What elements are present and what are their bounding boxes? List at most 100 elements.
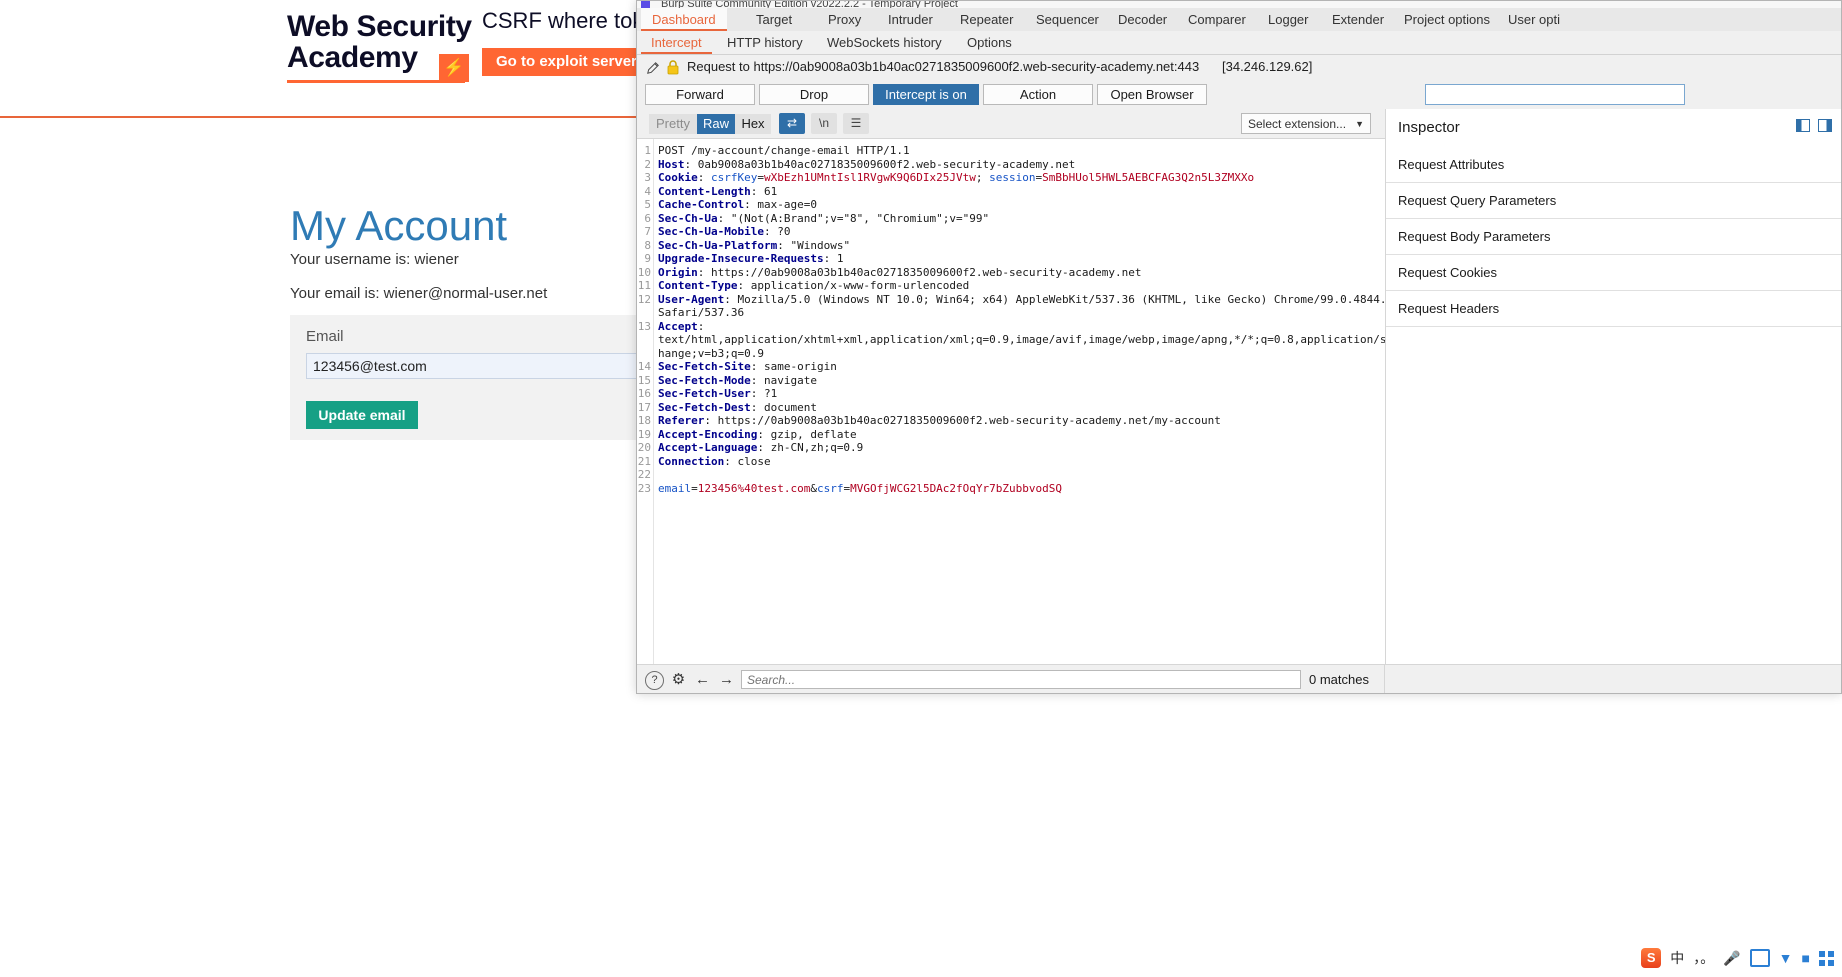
- line-number: 14: [637, 360, 651, 373]
- request-editor[interactable]: 1 2 3 4 5 6 7 8 9 10 11 12 13 14 15 16 17 18 19 20 21 22 23 PO…: [637, 138, 1386, 665]
- tab-intruder[interactable]: Intruder: [877, 8, 944, 31]
- line-number-gutter: 1 2 3 4 5 6 7 8 9 10 11 12 13 14 15 16 17 18 19 20 21 22 23: [637, 139, 654, 665]
- tab-extender[interactable]: Extender: [1321, 8, 1395, 31]
- line-number: 11: [637, 279, 651, 292]
- go-to-exploit-server-button[interactable]: Go to exploit server: [482, 48, 651, 76]
- request-line: Cache-Control: max-age=0: [658, 198, 817, 211]
- line-number: 18: [637, 414, 651, 427]
- inspector-title: Inspector: [1398, 119, 1460, 136]
- line-number: 21: [637, 454, 651, 468]
- view-mode-raw[interactable]: Raw: [697, 114, 735, 134]
- pencil-icon[interactable]: [646, 61, 660, 75]
- select-extension-dropdown[interactable]: Select extension... ▼: [1241, 113, 1371, 134]
- intercepted-request-bar: Request to https://0ab9008a03b1b40ac0271…: [637, 55, 1841, 81]
- chevron-down-icon: ▼: [1355, 119, 1364, 129]
- toolbox-icon[interactable]: ■: [1802, 948, 1810, 968]
- request-ip-text: [34.246.129.62]: [1222, 59, 1313, 74]
- request-line: Accept-Encoding: gzip, deflate: [658, 427, 857, 441]
- request-line: Sec-Fetch-Mode: navigate: [658, 373, 817, 387]
- inspector-section-request-query-parameters[interactable]: Request Query Parameters: [1386, 183, 1841, 219]
- ime-punctuation-toggle[interactable]: ，。: [1693, 948, 1714, 968]
- request-line: Accept:: [658, 319, 705, 333]
- tab-user-options[interactable]: User opti: [1497, 8, 1571, 31]
- burp-suite-window: Burp Suite Community Edition v2022.2.2 -…: [636, 0, 1842, 694]
- tab-decoder[interactable]: Decoder: [1107, 8, 1178, 31]
- forward-button[interactable]: Forward: [645, 84, 755, 105]
- request-line: Upgrade-Insecure-Requests: 1: [658, 252, 844, 265]
- subtab-websockets-history[interactable]: WebSockets history: [817, 31, 952, 54]
- tab-target[interactable]: Target: [745, 8, 803, 31]
- word-wrap-icon[interactable]: ⇄: [779, 113, 805, 134]
- inspector-footer: [1385, 664, 1841, 693]
- microphone-icon[interactable]: 🎤: [1723, 948, 1740, 968]
- request-line: POST /my-account/change-email HTTP/1.1: [658, 144, 910, 157]
- inspector-row-label: Request Query Parameters: [1398, 193, 1557, 208]
- tab-dashboard[interactable]: Dashboard: [641, 8, 727, 31]
- tab-sequencer[interactable]: Sequencer: [1025, 8, 1110, 31]
- request-url-text: Request to https://0ab9008a03b1b40ac0271…: [687, 59, 1200, 74]
- request-line: Connection: close: [658, 454, 771, 468]
- view-mode-pretty[interactable]: Pretty: [649, 114, 697, 134]
- page-title: My Account: [290, 202, 508, 249]
- logo-line-1: Web Security: [287, 10, 472, 43]
- line-number: 12: [637, 292, 651, 306]
- open-browser-button[interactable]: Open Browser: [1097, 84, 1207, 105]
- drop-button[interactable]: Drop: [759, 84, 869, 105]
- tab-repeater[interactable]: Repeater: [949, 8, 1024, 31]
- username-text: Your username is: wiener: [290, 251, 459, 268]
- intercept-toggle-button[interactable]: Intercept is on: [873, 84, 979, 105]
- search-matches-count: 0 matches: [1309, 672, 1369, 687]
- line-number: 10: [637, 265, 651, 279]
- search-input[interactable]: [741, 670, 1301, 689]
- inspector-section-request-cookies[interactable]: Request Cookies: [1386, 255, 1841, 291]
- request-line: Sec-Fetch-User: ?1: [658, 387, 778, 400]
- padlock-icon: [667, 60, 679, 75]
- ime-language-toggle[interactable]: 中: [1670, 948, 1684, 968]
- line-number: 5: [644, 198, 651, 211]
- inspector-row-label: Request Headers: [1398, 301, 1500, 316]
- system-tray: S 中 ，。 🎤 ▼ ■: [1641, 945, 1834, 971]
- inspector-section-request-attributes[interactable]: Request Attributes: [1386, 147, 1841, 183]
- line-number: 17: [637, 400, 651, 414]
- hamburger-menu-icon[interactable]: ☰: [843, 113, 869, 134]
- proxy-sub-tabs: Intercept HTTP history WebSockets histor…: [637, 31, 1841, 55]
- keyboard-icon[interactable]: [1749, 949, 1770, 967]
- gear-icon[interactable]: ⚙: [669, 670, 688, 689]
- request-line: Sec-Ch-Ua-Mobile: ?0: [658, 225, 791, 238]
- line-number: 22: [637, 468, 651, 481]
- collapse-right-icon[interactable]: [1818, 119, 1832, 132]
- tab-logger[interactable]: Logger: [1257, 8, 1319, 31]
- pin-icon[interactable]: ▼: [1779, 948, 1793, 968]
- request-line: Origin: https://0ab9008a03b1b40ac0271835…: [658, 265, 1142, 279]
- update-email-button[interactable]: Update email: [306, 401, 418, 429]
- inspector-search-input[interactable]: [1425, 84, 1685, 105]
- subtab-options[interactable]: Options: [957, 31, 1022, 54]
- inspector-section-request-body-parameters[interactable]: Request Body Parameters: [1386, 219, 1841, 255]
- subtab-http-history[interactable]: HTTP history: [717, 31, 813, 54]
- subtab-intercept[interactable]: Intercept: [641, 31, 712, 54]
- request-line: Referer: https://0ab9008a03b1b40ac027183…: [658, 414, 1221, 427]
- arrow-right-icon[interactable]: →: [717, 670, 736, 689]
- grid-icon[interactable]: [1819, 950, 1834, 966]
- view-mode-hex[interactable]: Hex: [735, 114, 771, 134]
- tab-project-options[interactable]: Project options: [1393, 8, 1501, 31]
- action-button[interactable]: Action: [983, 84, 1093, 105]
- line-number: 2: [644, 157, 651, 171]
- request-code-area[interactable]: POST /my-account/change-email HTTP/1.1 Ho…: [655, 139, 1385, 665]
- sogou-ime-icon[interactable]: S: [1641, 948, 1662, 968]
- editor-search-bar: ? ⚙ ← → 0 matches: [637, 664, 1385, 693]
- tab-proxy[interactable]: Proxy: [817, 8, 872, 31]
- request-line: Safari/537.36: [658, 306, 745, 319]
- request-line: Sec-Ch-Ua-Platform: "Windows": [658, 238, 851, 252]
- line-number: 8: [644, 238, 651, 252]
- inspector-section-request-headers[interactable]: Request Headers: [1386, 291, 1841, 327]
- line-number: 16: [637, 387, 651, 400]
- request-line: Content-Type: application/x-www-form-url…: [658, 279, 970, 292]
- question-mark-icon[interactable]: ?: [645, 671, 664, 690]
- tab-comparer[interactable]: Comparer: [1177, 8, 1257, 31]
- web-security-academy-logo[interactable]: Web Security Academy ⚡: [287, 10, 472, 83]
- newline-icon[interactable]: \n: [811, 113, 837, 134]
- arrow-left-icon[interactable]: ←: [693, 670, 712, 689]
- inspector-row-label: Request Cookies: [1398, 265, 1497, 280]
- panel-layout-icon[interactable]: [1796, 119, 1810, 132]
